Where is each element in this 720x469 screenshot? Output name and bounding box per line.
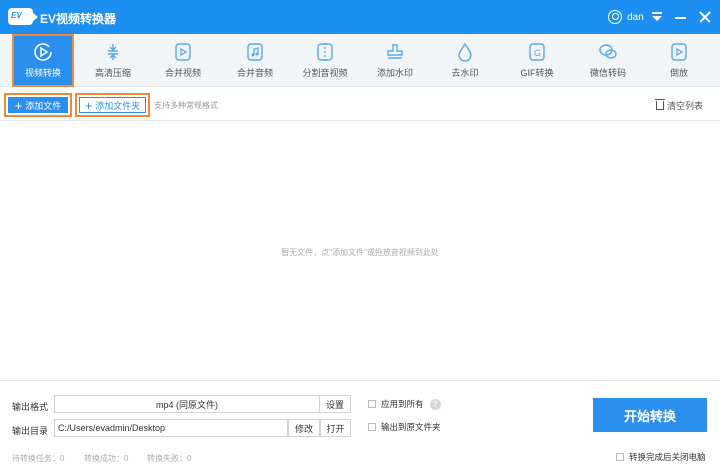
checkbox-box — [368, 423, 376, 431]
checkbox-box — [368, 400, 376, 408]
add-folder-label: 添加文件夹 — [95, 100, 141, 111]
format-hint: 支持多种常规格式 — [154, 101, 218, 110]
add-folder-button[interactable]: + 添加文件夹 — [75, 93, 150, 117]
watermark-stamp-icon — [384, 41, 406, 63]
output-format-field[interactable]: mp4 (同原文件) — [54, 395, 320, 413]
tool-split[interactable]: 分割音视频 — [294, 34, 356, 87]
svg-text:G: G — [534, 48, 541, 58]
tool-reverse-play[interactable]: 倒放 — [648, 34, 710, 87]
tool-label: 合并视频 — [164, 68, 201, 78]
wechat-icon — [597, 41, 619, 63]
split-icon — [314, 41, 336, 63]
tool-label: 视频转换 — [24, 68, 61, 78]
tool-merge-video[interactable]: 合并视频 — [152, 34, 214, 87]
trash-icon — [655, 99, 665, 110]
app-title: EV视频转换器 — [40, 12, 117, 26]
modify-button[interactable]: 修改 — [288, 419, 320, 437]
username: dan — [627, 11, 644, 23]
merge-video-icon — [172, 41, 194, 63]
user-account[interactable]: dan — [608, 9, 644, 25]
action-bar: + 添加文件 + 添加文件夹 支持多种常规格式 清空列表 — [0, 92, 720, 121]
failed-count: 转换失败：0 — [147, 454, 192, 463]
title-bar: EV EV视频转换器 dan — [0, 0, 720, 34]
output-format-value: mp4 (同原文件) — [155, 399, 218, 410]
tool-label: 微信转码 — [589, 68, 626, 78]
output-settings-panel: 输出格式 mp4 (同原文件) 设置 输出目录 C:/Users/evadmin… — [0, 380, 720, 469]
empty-file-list-message: 暂无文件，点"添加文件"或拖放音视频到此处 — [281, 248, 439, 257]
output-dir-label: 输出目录 — [12, 426, 49, 436]
tool-label: 分割音视频 — [302, 68, 348, 78]
apply-all-checkbox[interactable]: 应用到所有 ? — [368, 398, 441, 410]
add-file-button[interactable]: + 添加文件 — [4, 93, 72, 117]
settings-button[interactable]: 设置 — [319, 395, 351, 413]
menu-dropdown-icon[interactable] — [648, 8, 666, 26]
pending-count: 待转换任务：0 — [12, 454, 65, 463]
video-convert-icon — [32, 41, 54, 63]
tool-label: 倒放 — [669, 68, 688, 78]
checkbox-box — [616, 453, 624, 461]
tool-hd-compress[interactable]: 高清压缩 — [82, 34, 144, 87]
shutdown-after-checkbox[interactable]: 转换完成后关闭电脑 — [616, 451, 706, 463]
tool-merge-audio[interactable]: 合并音频 — [224, 34, 286, 87]
tool-label: 添加水印 — [376, 68, 413, 78]
start-convert-button[interactable]: 开始转换 — [593, 398, 707, 432]
tool-label: 去水印 — [451, 68, 479, 78]
merge-audio-icon — [244, 41, 266, 63]
function-toolbar: 视频转换 高清压缩 合并视频 合并音频 分割音视频 添加水印 去水印 G GIF… — [0, 34, 720, 87]
success-count: 转换成功：0 — [84, 454, 129, 463]
shutdown-after-label: 转换完成后关闭电脑 — [629, 452, 706, 462]
tool-label: 合并音频 — [236, 68, 273, 78]
tool-label: GIF转换 — [520, 68, 554, 78]
gif-icon: G — [526, 41, 548, 63]
clear-list-label: 清空列表 — [667, 101, 704, 111]
tool-add-watermark[interactable]: 添加水印 — [364, 34, 426, 87]
help-icon[interactable]: ? — [429, 398, 441, 410]
plus-icon: + — [14, 97, 23, 113]
drop-icon — [454, 41, 476, 63]
add-file-label: 添加文件 — [25, 100, 62, 111]
compress-icon — [102, 41, 124, 63]
output-dir-field[interactable]: C:/Users/evadmin/Desktop — [54, 419, 288, 437]
reverse-play-icon — [668, 41, 690, 63]
tool-remove-watermark[interactable]: 去水印 — [434, 34, 496, 87]
minimize-icon[interactable] — [672, 8, 690, 26]
user-icon — [608, 10, 622, 24]
tool-gif[interactable]: G GIF转换 — [506, 34, 568, 87]
output-format-label: 输出格式 — [12, 402, 49, 412]
output-dir-value: C:/Users/evadmin/Desktop — [58, 423, 166, 433]
output-to-source-label: 输出到原文件夹 — [381, 422, 441, 432]
tool-wechat[interactable]: 微信转码 — [577, 34, 639, 87]
tool-label: 高清压缩 — [94, 68, 131, 78]
output-to-source-checkbox[interactable]: 输出到原文件夹 — [368, 421, 441, 433]
app-logo: EV — [8, 8, 38, 25]
open-button[interactable]: 打开 — [320, 419, 351, 437]
close-icon[interactable] — [696, 8, 714, 26]
clear-list-button[interactable]: 清空列表 — [655, 99, 704, 112]
tool-video-convert[interactable]: 视频转换 — [12, 34, 74, 87]
plus-icon: + — [84, 97, 93, 113]
apply-all-label: 应用到所有 — [381, 399, 424, 409]
